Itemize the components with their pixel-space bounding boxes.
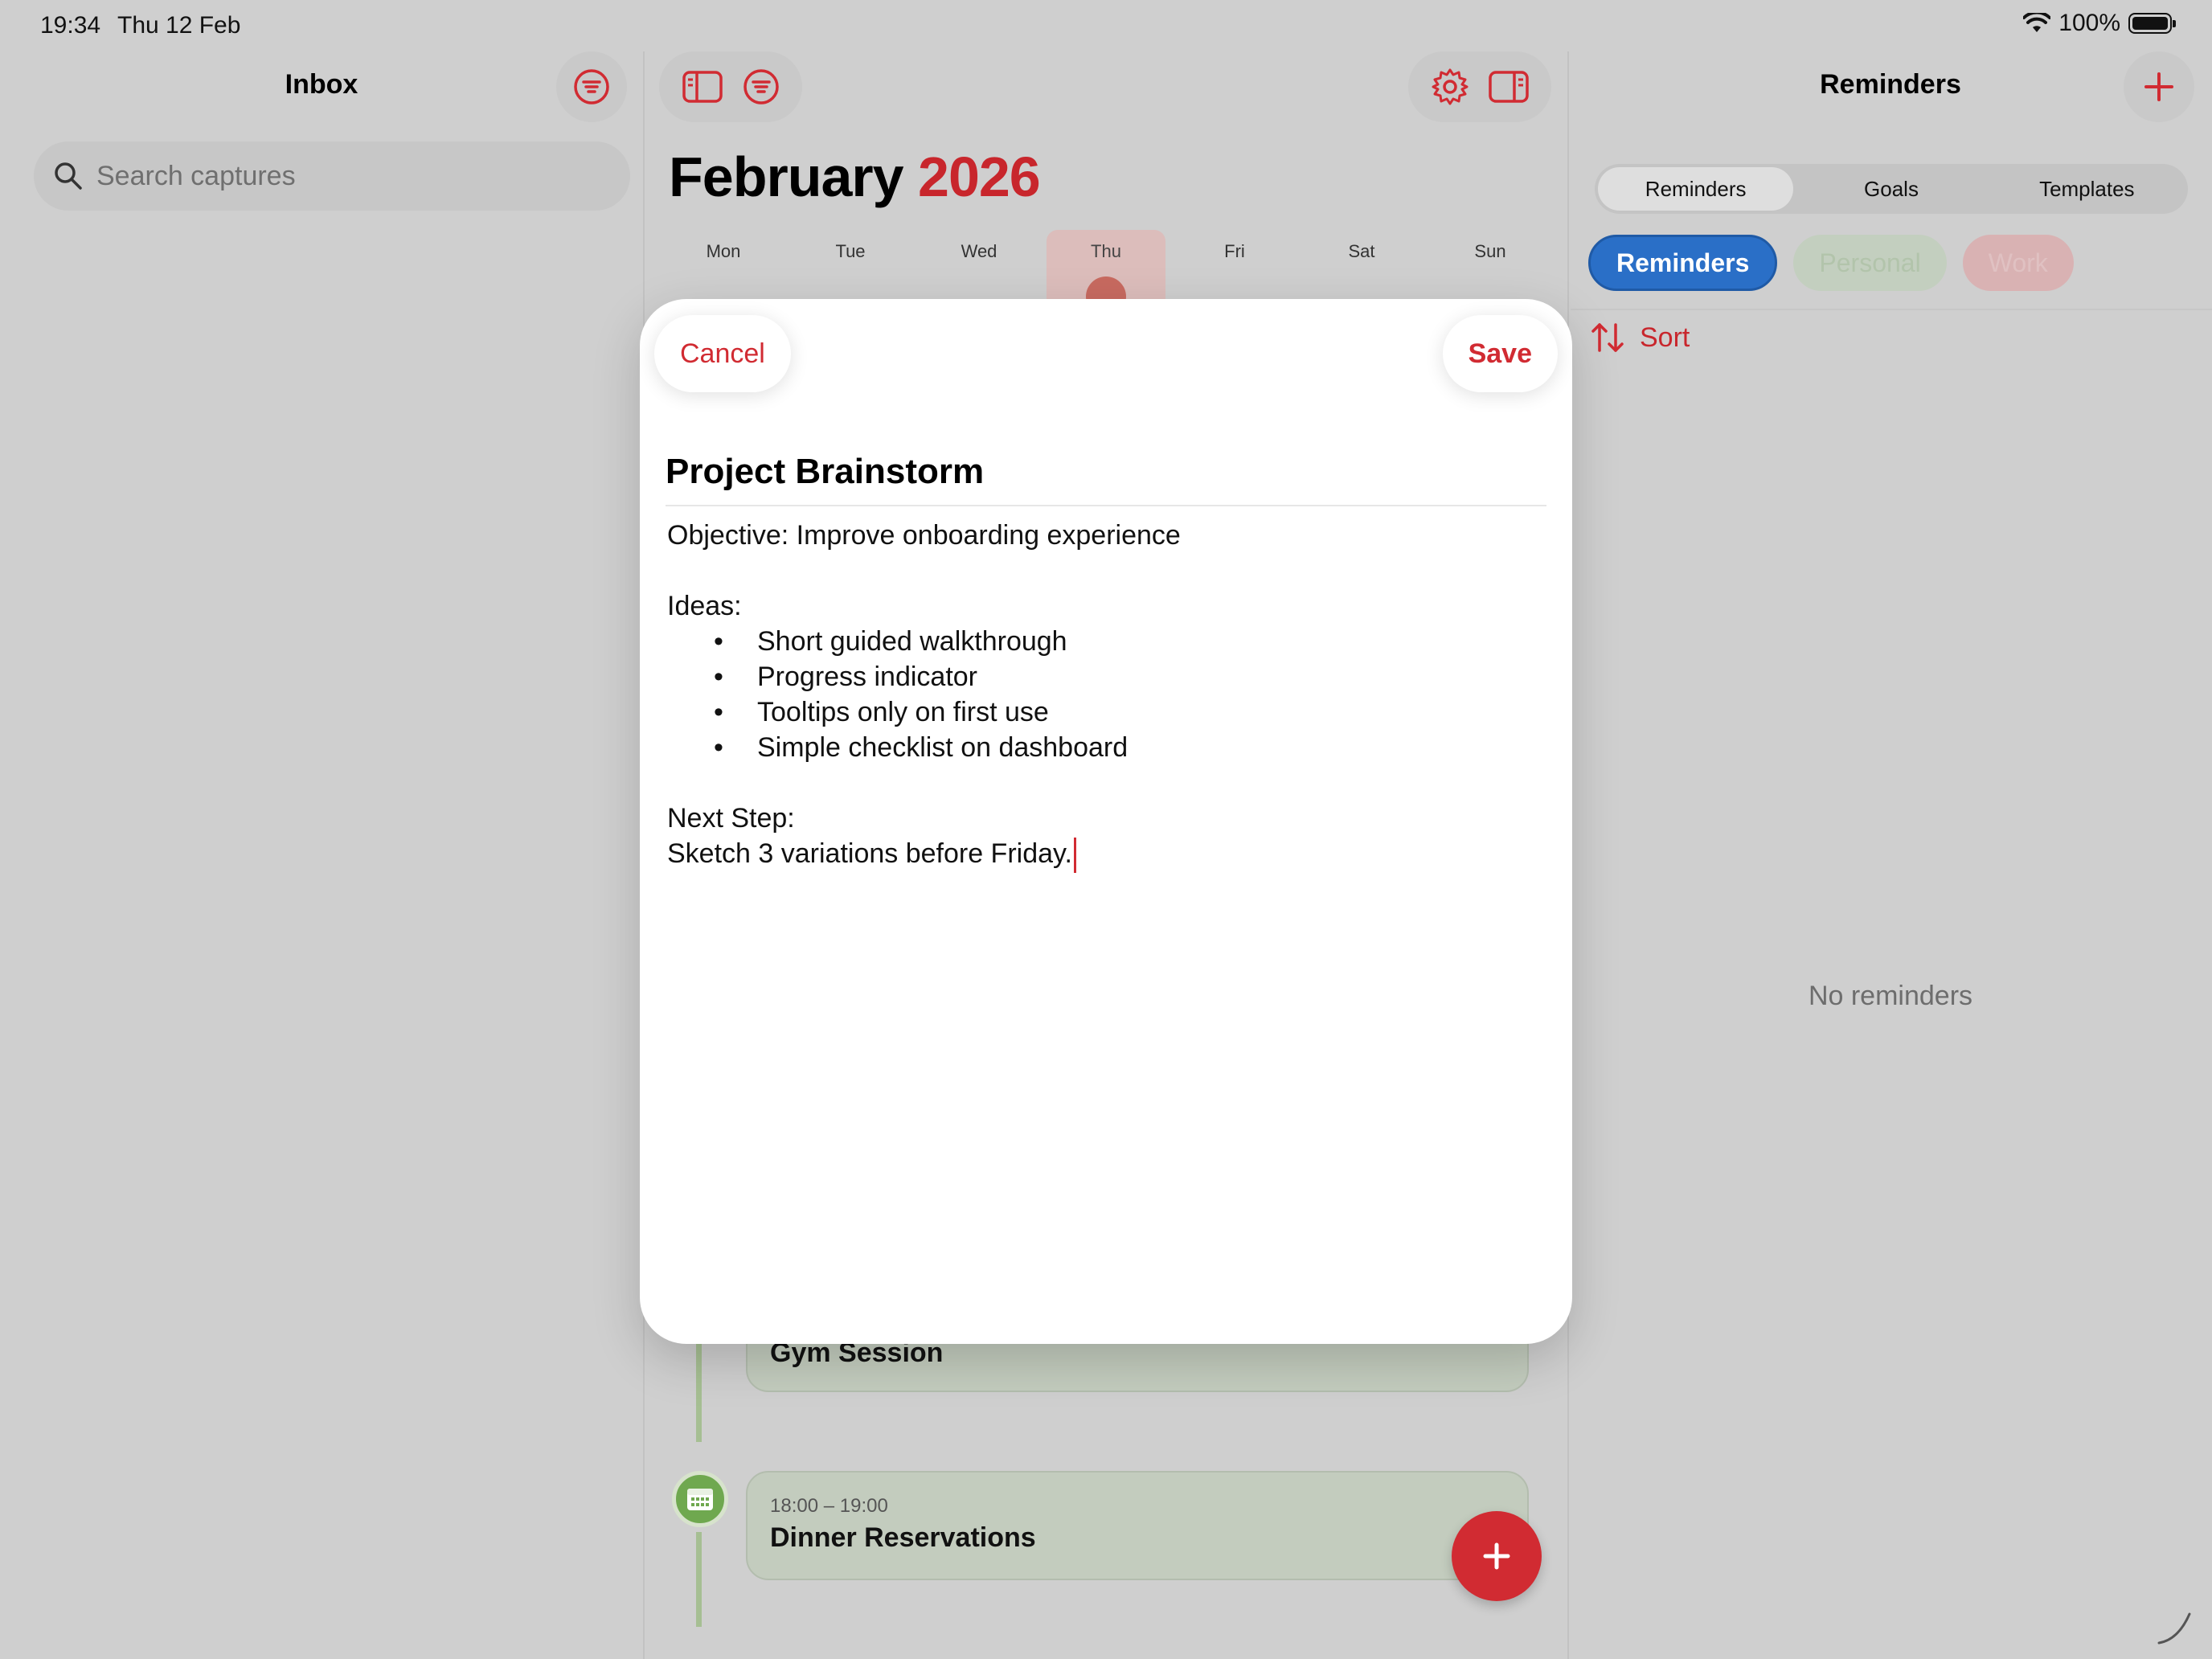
text-cursor <box>1073 838 1076 874</box>
save-button[interactable]: Save <box>1442 315 1558 392</box>
note-line: Ideas: <box>667 591 742 621</box>
status-bar: 19:34 Thu 12 Feb 100% <box>0 0 2212 51</box>
note-line: Sketch 3 variations before Friday. <box>667 838 1072 869</box>
chip-personal[interactable]: Personal <box>1793 235 1947 291</box>
wifi-icon <box>2023 13 2051 32</box>
sort-icon <box>1591 323 1624 352</box>
week-strip: Mon Tue Wed Thu Fri Sat Sun <box>664 230 1572 326</box>
battery-icon <box>2128 13 2176 34</box>
sort-button[interactable]: Sort <box>1590 322 1690 354</box>
list-item-text: Tooltips only on first use <box>757 697 1049 727</box>
day-label: Tue <box>835 241 866 261</box>
add-reminder-button[interactable] <box>2124 51 2194 122</box>
day-tue[interactable]: Tue <box>791 230 910 262</box>
divider <box>666 505 1546 506</box>
gear-icon[interactable] <box>1430 67 1470 107</box>
filter-icon <box>574 69 609 104</box>
list-item: • Tooltips only on first use <box>667 694 1543 730</box>
sort-label: Sort <box>1640 322 1690 353</box>
chip-work[interactable]: Work <box>1962 235 2074 291</box>
list-item: • Simple checklist on dashboard <box>667 730 1543 765</box>
note-editor-sheet: Cancel Save Project Brainstorm Objective… <box>640 299 1572 1344</box>
inspector-toggle-icon[interactable] <box>1488 70 1530 104</box>
day-sun[interactable]: Sun <box>1431 230 1550 262</box>
segment-reminders[interactable]: Reminders <box>1598 167 1794 211</box>
list-item-text: Simple checklist on dashboard <box>757 732 1129 763</box>
bullet: • <box>714 626 723 657</box>
day-fri[interactable]: Fri <box>1175 230 1294 262</box>
list-item: • Progress indicator <box>667 659 1543 694</box>
note-line: Next Step: <box>667 803 795 834</box>
note-line: Objective: Improve onboarding experience <box>667 520 1181 551</box>
search-icon <box>55 162 82 190</box>
day-label: Mon <box>706 241 741 261</box>
month-year: 2026 <box>918 145 1041 208</box>
chip-reminders[interactable]: Reminders <box>1588 235 1778 291</box>
reminders-title: Reminders <box>1820 69 1961 100</box>
list-item-text: Progress indicator <box>757 662 978 692</box>
day-sat[interactable]: Sat <box>1302 230 1421 262</box>
inbox-filter-button[interactable] <box>556 51 627 122</box>
calendar-toolbar-left <box>659 51 802 122</box>
day-mon[interactable]: Mon <box>664 230 783 262</box>
day-wed[interactable]: Wed <box>920 230 1038 262</box>
timeline-line <box>696 1334 702 1442</box>
note-title-field[interactable]: Project Brainstorm <box>666 452 984 492</box>
status-right: 100% <box>2023 10 2176 37</box>
calendar-event-icon <box>672 1471 728 1527</box>
add-event-button[interactable] <box>1452 1511 1542 1601</box>
status-date: Thu 12 Feb <box>117 12 241 39</box>
divider <box>1571 309 2212 310</box>
cancel-button[interactable]: Cancel <box>654 315 791 392</box>
bullet: • <box>714 732 723 763</box>
bullet: • <box>714 697 723 727</box>
bullet: • <box>714 662 723 692</box>
sidebar-toggle-icon[interactable] <box>682 70 723 104</box>
plus-icon <box>1483 1542 1510 1570</box>
note-line-last: Sketch 3 variations before Friday. <box>667 836 1543 874</box>
note-body-editor[interactable]: Objective: Improve onboarding experience… <box>667 518 1543 874</box>
list-item: • Short guided walkthrough <box>667 624 1543 659</box>
day-label: Fri <box>1224 241 1245 261</box>
segment-templates[interactable]: Templates <box>1989 167 2185 211</box>
status-time: 19:34 <box>40 12 101 39</box>
pencil-hint-icon <box>2157 1612 2191 1645</box>
day-label: Sun <box>1474 241 1506 261</box>
month-title: February 2026 <box>669 145 1041 209</box>
segment-goals[interactable]: Goals <box>1793 167 1989 211</box>
event-title: Dinner Reservations <box>770 1522 1036 1553</box>
inbox-title: Inbox <box>285 69 358 100</box>
calendar-filter-icon[interactable] <box>742 68 780 106</box>
list-item-text: Short guided walkthrough <box>757 626 1067 657</box>
plus-icon <box>2144 72 2173 101</box>
timeline-line <box>696 1532 702 1627</box>
day-label: Thu <box>1091 241 1121 261</box>
event-time: 18:00 – 19:00 <box>770 1495 888 1517</box>
reminders-segmented-control: Reminders Goals Templates <box>1595 164 2188 214</box>
reminder-chips: Reminders Personal Work <box>1588 235 2074 291</box>
empty-state-text: No reminders <box>1808 981 1973 1011</box>
month-name: February <box>669 145 904 208</box>
calendar-toolbar-right <box>1408 51 1551 122</box>
day-label: Wed <box>961 241 997 261</box>
event-card-dinner[interactable]: 18:00 – 19:00 Dinner Reservations <box>746 1471 1529 1580</box>
search-placeholder: Search captures <box>96 160 296 191</box>
search-input[interactable]: Search captures <box>34 141 630 211</box>
battery-percent: 100% <box>2058 10 2120 36</box>
day-label: Sat <box>1348 241 1375 261</box>
